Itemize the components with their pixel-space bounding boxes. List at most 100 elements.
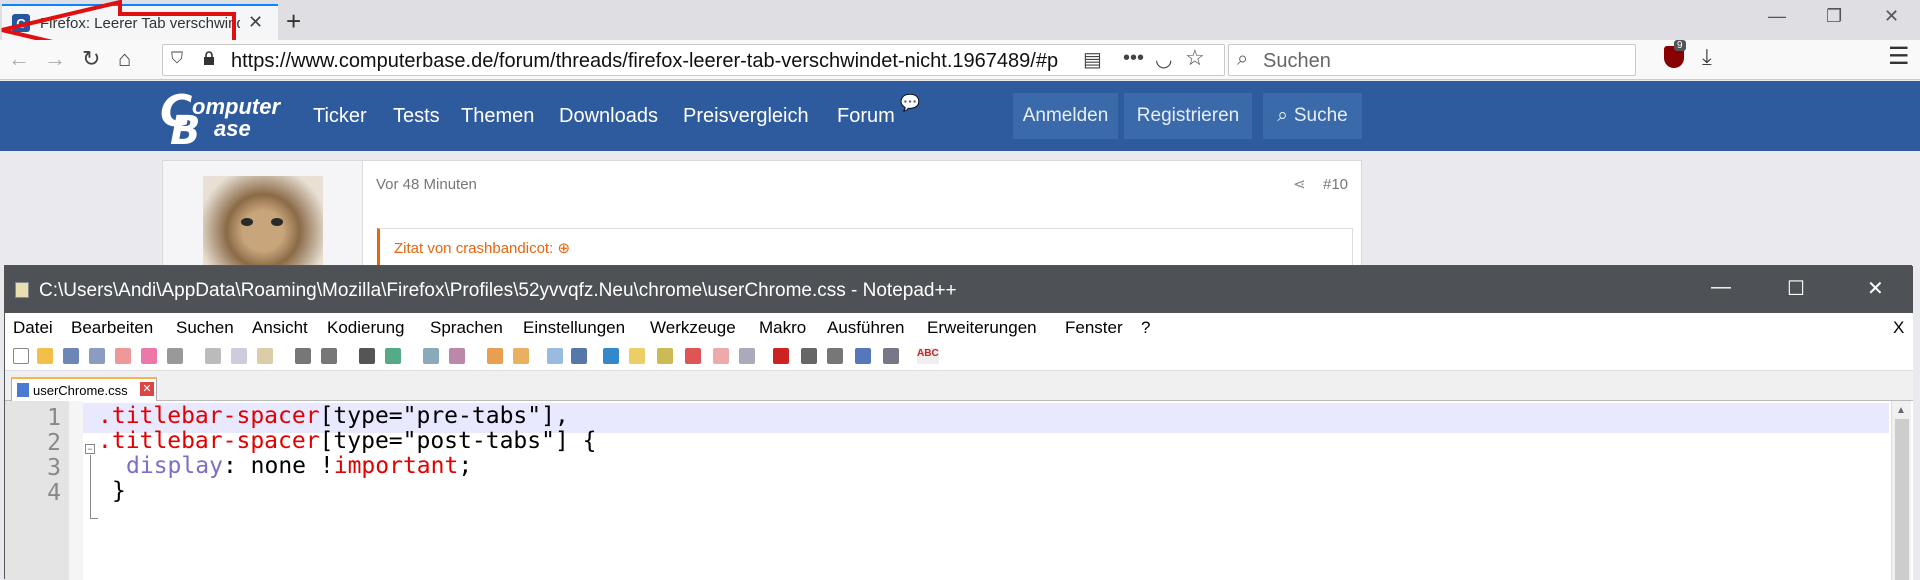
ublock-origin-icon[interactable]: 9 xyxy=(1664,40,1686,68)
udl-icon[interactable] xyxy=(629,348,645,364)
nav-downloads[interactable]: Downloads xyxy=(559,105,658,128)
close-all-icon[interactable] xyxy=(141,348,157,364)
download-icon[interactable]: ⤓ xyxy=(1702,44,1712,70)
folder-workspace-icon[interactable] xyxy=(713,348,729,364)
word-wrap-icon[interactable] xyxy=(547,348,563,364)
post-timestamp[interactable]: Vor 48 Minuten xyxy=(376,176,477,193)
npp-close-icon[interactable]: ✕ xyxy=(1867,276,1884,301)
npp-minimize-icon[interactable]: — xyxy=(1711,276,1731,299)
close-file-icon[interactable] xyxy=(115,348,131,364)
menu-makro[interactable]: Makro xyxy=(759,318,806,338)
arrow-up-circle-icon[interactable]: ⊕ xyxy=(557,240,570,257)
undo-icon[interactable] xyxy=(295,348,311,364)
menu-ausfuehren[interactable]: Ausführen xyxy=(827,318,905,338)
forward-arrow-icon[interactable]: → xyxy=(44,46,66,72)
save-all-icon[interactable] xyxy=(89,348,105,364)
tracking-shield-icon[interactable]: ⛉ xyxy=(171,50,183,68)
file-tab-userchrome[interactable]: userChrome.css ✕ xyxy=(11,377,157,401)
find-icon[interactable] xyxy=(359,348,375,364)
share-icon[interactable]: ⋖ xyxy=(1293,175,1306,193)
scrollbar-thumb[interactable] xyxy=(1895,419,1909,580)
url-text[interactable]: https://www.computerbase.de/forum/thread… xyxy=(231,50,1116,73)
nav-ticker[interactable]: Ticker xyxy=(313,105,367,128)
file-tab-close-icon[interactable]: ✕ xyxy=(140,382,154,396)
search-bar[interactable]: ⌕ Suchen xyxy=(1228,44,1636,76)
print-icon[interactable] xyxy=(167,348,183,364)
menu-werkzeuge[interactable]: Werkzeuge xyxy=(650,318,736,338)
nav-forum[interactable]: Forum xyxy=(837,105,895,128)
line-number: 3 xyxy=(47,455,61,481)
tab-title: Firefox: Leerer Tab verschwindet nicht xyxy=(40,14,240,32)
scroll-up-icon[interactable]: ▲ xyxy=(1896,405,1906,416)
notepad-app-icon xyxy=(15,282,29,298)
menu-sprachen[interactable]: Sprachen xyxy=(430,318,503,338)
paste-icon[interactable] xyxy=(257,348,273,364)
nav-preisvergleich[interactable]: Preisvergleich xyxy=(683,105,809,128)
npp-maximize-icon[interactable]: ☐ xyxy=(1787,276,1805,301)
reload-icon[interactable]: ↻ xyxy=(82,46,100,72)
close-document-button[interactable]: X xyxy=(1893,318,1904,338)
zoom-in-icon[interactable] xyxy=(423,348,439,364)
home-icon[interactable]: ⌂ xyxy=(118,46,131,72)
window-restore-icon[interactable]: ❐ xyxy=(1826,6,1842,27)
login-button[interactable]: Anmelden xyxy=(1013,93,1118,139)
computerbase-logo[interactable]: C omputer B ase xyxy=(160,86,290,154)
sync-vertical-icon[interactable] xyxy=(487,348,503,364)
quote-author[interactable]: Zitat von crashbandicot: ⊕ xyxy=(394,239,570,257)
run-macro-multiple-icon[interactable] xyxy=(855,348,871,364)
nav-tests[interactable]: Tests xyxy=(393,105,440,128)
post-number[interactable]: #10 xyxy=(1323,176,1348,193)
page-actions-icon[interactable]: ••• xyxy=(1123,47,1144,70)
redo-icon[interactable] xyxy=(321,348,337,364)
menu-kodierung[interactable]: Kodierung xyxy=(327,318,405,338)
copy-icon[interactable] xyxy=(231,348,247,364)
monitoring-icon[interactable] xyxy=(739,348,755,364)
code-line: } xyxy=(112,478,126,504)
save-icon[interactable] xyxy=(63,348,79,364)
replace-icon[interactable] xyxy=(385,348,401,364)
function-list-icon[interactable] xyxy=(685,348,701,364)
window-minimize-icon[interactable]: — xyxy=(1768,6,1786,27)
fold-toggle-icon[interactable]: − xyxy=(85,444,95,454)
browser-tab[interactable]: C Firefox: Leerer Tab verschwindet nicht… xyxy=(2,4,278,40)
zoom-out-icon[interactable] xyxy=(449,348,465,364)
back-arrow-icon[interactable]: ← xyxy=(8,46,30,72)
reader-view-icon[interactable]: ▤ xyxy=(1083,47,1102,72)
line-number: 1 xyxy=(47,405,61,431)
save-macro-icon[interactable] xyxy=(883,348,899,364)
new-file-icon[interactable] xyxy=(13,348,29,364)
nav-themen[interactable]: Themen xyxy=(461,105,534,128)
code-editor[interactable]: 1 2 3 4 − .titlebar-spacer[type="pre-tab… xyxy=(5,401,1913,580)
avatar[interactable] xyxy=(203,176,323,276)
open-file-icon[interactable] xyxy=(37,348,53,364)
lock-icon[interactable] xyxy=(203,51,215,65)
register-button[interactable]: Registrieren xyxy=(1124,93,1252,139)
url-bar[interactable]: ⛉ https://www.computerbase.de/forum/thre… xyxy=(162,44,1225,76)
line-number: 4 xyxy=(47,480,61,506)
pocket-icon[interactable]: ◡ xyxy=(1155,47,1172,72)
menu-datei[interactable]: Datei xyxy=(13,318,53,338)
menu-suchen[interactable]: Suchen xyxy=(176,318,234,338)
window-close-icon[interactable]: ✕ xyxy=(1884,6,1899,27)
indent-guide-icon[interactable] xyxy=(603,348,619,364)
doc-map-icon[interactable] xyxy=(657,348,673,364)
tab-close-icon[interactable]: ✕ xyxy=(248,12,263,33)
bookmark-star-icon[interactable]: ☆ xyxy=(1185,45,1205,71)
cut-icon[interactable] xyxy=(205,348,221,364)
new-tab-plus-icon[interactable]: + xyxy=(286,6,301,37)
search-button[interactable]: ⌕ Suche xyxy=(1263,93,1362,139)
playback-macro-icon[interactable] xyxy=(827,348,843,364)
stop-recording-icon[interactable] xyxy=(801,348,817,364)
record-macro-icon[interactable] xyxy=(773,348,789,364)
menu-fenster[interactable]: Fenster xyxy=(1065,318,1123,338)
menu-help[interactable]: ? xyxy=(1141,318,1150,338)
menu-ansicht[interactable]: Ansicht xyxy=(252,318,308,338)
menu-bearbeiten[interactable]: Bearbeiten xyxy=(71,318,153,338)
sync-horizontal-icon[interactable] xyxy=(513,348,529,364)
vertical-scrollbar[interactable]: ▲ xyxy=(1891,401,1911,580)
spellcheck-icon[interactable]: ABC xyxy=(917,348,939,364)
show-all-chars-icon[interactable] xyxy=(571,348,587,364)
menu-erweiterungen[interactable]: Erweiterungen xyxy=(927,318,1037,338)
menu-einstellungen[interactable]: Einstellungen xyxy=(523,318,625,338)
hamburger-menu-icon[interactable]: ☰ xyxy=(1888,42,1910,71)
